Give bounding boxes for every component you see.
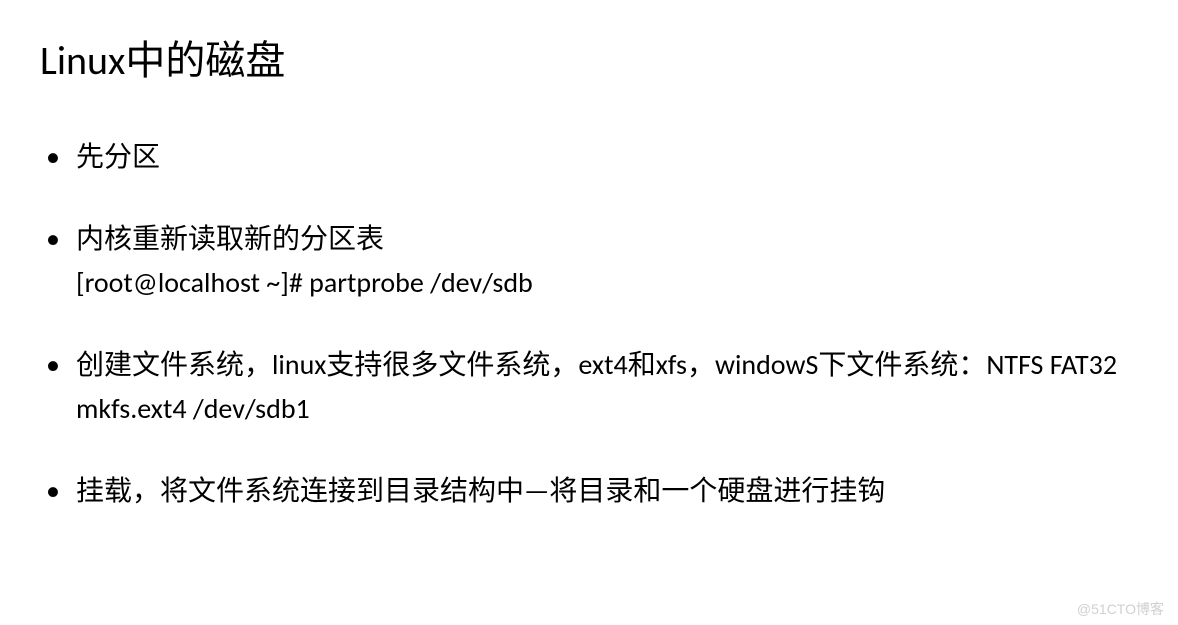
bullet-item-4: 挂载，将文件系统连接到目录结构中—将目录和一个硬盘进行挂钩 <box>76 470 1138 512</box>
bullet-item-1: 先分区 <box>76 136 1138 178</box>
bullet-text: 内核重新读取新的分区表 <box>76 221 384 256</box>
bullet-item-3: 创建文件系统，linux支持很多文件系统，ext4和xfs，windowS下文件… <box>76 344 1138 430</box>
bullet-text: 先分区 <box>76 139 160 174</box>
slide-title: Linux中的磁盘 <box>40 28 1138 86</box>
bullet-text: 创建文件系统，linux支持很多文件系统，ext4和xfs，windowS下文件… <box>76 347 1117 382</box>
bullet-text: 挂载，将文件系统连接到目录结构中—将目录和一个硬盘进行挂钩 <box>76 473 885 508</box>
bullet-item-2: 内核重新读取新的分区表 [root@localhost ~]# partprob… <box>76 218 1138 304</box>
bullet-sub-line: mkfs.ext4 /dev/sdb1 <box>76 388 1138 430</box>
bullet-list: 先分区 内核重新读取新的分区表 [root@localhost ~]# part… <box>40 136 1138 512</box>
bullet-sub-line: [root@localhost ~]# partprobe /dev/sdb <box>76 262 1138 304</box>
watermark: @51CTO博客 <box>1077 599 1164 619</box>
